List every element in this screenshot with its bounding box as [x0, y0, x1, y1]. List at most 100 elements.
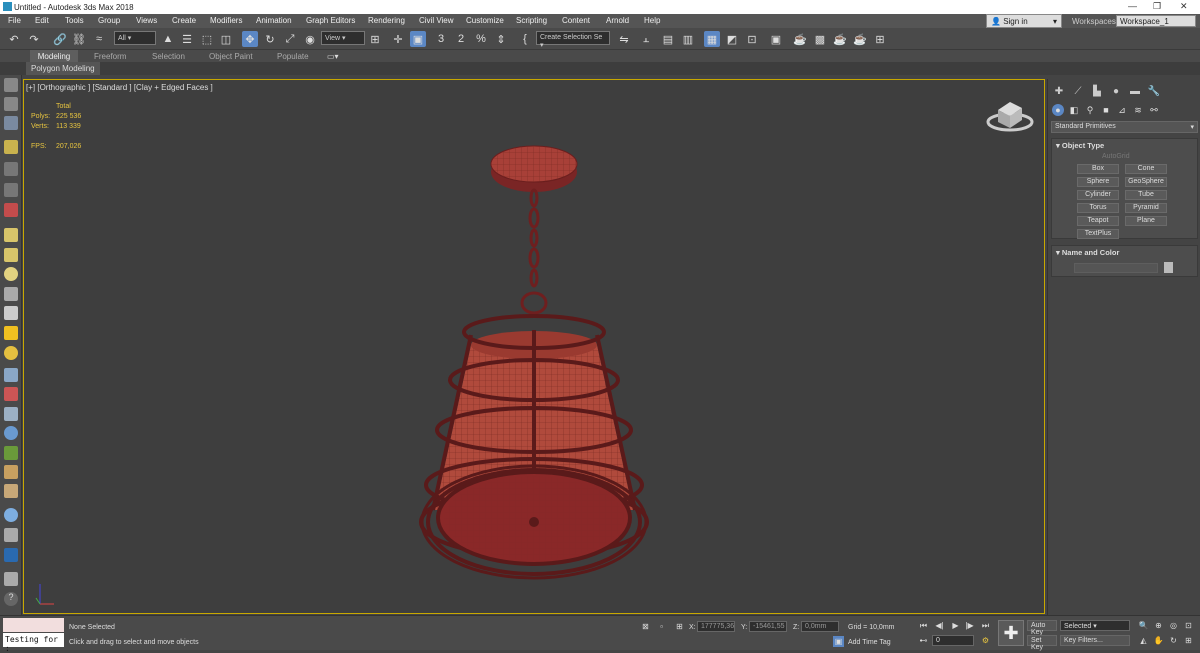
geometry-icon[interactable]: ● [1052, 104, 1064, 116]
object-color-swatch[interactable] [1164, 262, 1173, 273]
transform-mode-icon[interactable]: ⊞ [674, 621, 685, 632]
teapot-button[interactable]: Teapot [1077, 216, 1119, 226]
render-production-icon[interactable]: ☕ [832, 31, 848, 47]
select-scale-icon[interactable]: ⤢ [282, 31, 298, 47]
select-manipulate-icon[interactable]: ✛ [390, 31, 406, 47]
pattern-icon[interactable] [4, 484, 18, 498]
modify-tab-icon[interactable]: ⟋ [1071, 84, 1085, 98]
rect-selection-icon[interactable]: ⬚ [199, 31, 215, 47]
menu-civil-view[interactable]: Civil View [419, 16, 454, 25]
create-tab-icon[interactable]: ✚ [1052, 84, 1066, 98]
zoom-icon[interactable]: 🔍 [1138, 620, 1149, 631]
edit-named-sets-icon[interactable]: { [517, 31, 533, 47]
cone-button[interactable]: Cone [1125, 164, 1167, 174]
isolate-icon[interactable] [4, 162, 18, 176]
name-and-color-title[interactable]: ▾ Name and Color [1056, 248, 1119, 257]
select-rotate-icon[interactable]: ↻ [262, 31, 278, 47]
ribbon-toggle-icon[interactable]: ▦ [704, 31, 720, 47]
select-object-icon[interactable]: ▲ [160, 31, 176, 47]
menu-help[interactable]: Help [644, 16, 660, 25]
rendered-frame-window-icon[interactable]: ▩ [812, 31, 828, 47]
shapes-icon[interactable]: ◧ [1068, 104, 1080, 116]
motion-tab-icon[interactable]: ● [1109, 84, 1123, 98]
align-icon[interactable]: ⫠ [638, 31, 654, 47]
menu-create[interactable]: Create [172, 16, 196, 25]
menu-content[interactable]: Content [562, 16, 590, 25]
curve-editor-icon[interactable]: ◩ [724, 31, 740, 47]
pivot-center-icon[interactable]: ⊞ [367, 31, 383, 47]
keyboard-shortcut-override-icon[interactable]: ▣ [410, 31, 426, 47]
lamp-model[interactable] [419, 140, 649, 580]
cone-light-icon[interactable] [4, 306, 18, 320]
schematic-view-icon[interactable]: ⊡ [744, 31, 760, 47]
layer-manager-icon[interactable] [4, 97, 18, 111]
placement-icon[interactable]: ◉ [302, 31, 318, 47]
unlink-icon[interactable]: ⛓ [71, 31, 87, 47]
lock-selection-icon[interactable]: ⊠ [640, 621, 651, 632]
close-icon[interactable]: ✕ [1180, 1, 1188, 12]
space-warp-icon[interactable] [4, 368, 18, 382]
polygon-modeling-label[interactable]: Polygon Modeling [26, 62, 100, 75]
stack-icon[interactable] [4, 572, 18, 586]
zoom-extents-icon[interactable]: ◎ [1168, 620, 1179, 631]
modifier-icon[interactable] [4, 528, 18, 542]
y-coordinate-input[interactable]: -15461,55 [749, 621, 787, 632]
container-icon[interactable] [4, 116, 18, 130]
menu-group[interactable]: Group [98, 16, 120, 25]
zoom-extents-all-icon[interactable]: ⊡ [1183, 620, 1194, 631]
hierarchy-tab-icon[interactable]: ▙ [1090, 84, 1104, 98]
torus-button[interactable]: Torus [1077, 203, 1119, 213]
window-crossing-icon[interactable]: ◫ [218, 31, 234, 47]
lights-icon[interactable]: ⚲ [1084, 104, 1096, 116]
object-type-title[interactable]: ▾ Object Type [1056, 141, 1104, 150]
cameras-icon[interactable]: ■ [1100, 104, 1112, 116]
z-coordinate-input[interactable]: 0,0mm [801, 621, 839, 632]
systems-icon[interactable]: ⚯ [1148, 104, 1160, 116]
x-coordinate-input[interactable]: 177775,36 [697, 621, 735, 632]
render-iterative-icon[interactable]: ☕ [852, 31, 868, 47]
primitive-type-select[interactable]: Standard Primitives ▾ [1051, 121, 1198, 133]
menu-customize[interactable]: Customize [466, 16, 504, 25]
scene-explorer-icon[interactable]: ▤ [660, 31, 676, 47]
menu-rendering[interactable]: Rendering [368, 16, 405, 25]
layer-explorer-icon[interactable]: ▥ [680, 31, 696, 47]
maximize-viewport-icon[interactable]: ⊞ [1183, 635, 1194, 646]
viewcube-icon[interactable] [986, 96, 1034, 134]
script-icon[interactable] [4, 548, 18, 562]
add-time-tag[interactable]: Add Time Tag [848, 639, 891, 646]
menu-modifiers[interactable]: Modifiers [210, 16, 242, 25]
sphere-button[interactable]: Sphere [1077, 177, 1119, 187]
isolate-selection-icon[interactable]: ▫ [656, 621, 667, 632]
viewport-orthographic[interactable]: [+] [Orthographic ] [Standard ] [Clay + … [23, 79, 1045, 614]
time-tag-icon[interactable]: ▣ [833, 636, 844, 647]
select-by-name-icon[interactable]: ☰ [179, 31, 195, 47]
geosphere-button[interactable]: GeoSphere [1125, 177, 1167, 187]
key-mode-icon[interactable]: ⊷ [918, 635, 929, 646]
autogrid-checkbox[interactable]: AutoGrid [1102, 153, 1130, 160]
scatter-icon[interactable] [4, 407, 18, 421]
menu-edit[interactable]: Edit [35, 16, 49, 25]
goto-start-icon[interactable]: ⏮ [918, 620, 929, 631]
key-filters-button[interactable]: Key Filters... [1060, 635, 1130, 646]
dome-icon[interactable] [4, 248, 18, 262]
space-warps-icon[interactable]: ≋ [1132, 104, 1144, 116]
tube-button[interactable]: Tube [1125, 190, 1167, 200]
tab-freeform[interactable]: Freeform [94, 52, 126, 61]
link-icon[interactable]: 🔗 [52, 31, 68, 47]
select-move-icon[interactable]: ✥ [242, 31, 258, 47]
assembly-icon[interactable] [4, 183, 18, 197]
sphere-icon[interactable] [4, 267, 18, 281]
spinner-snap-icon[interactable]: ⇕ [493, 31, 509, 47]
ribbon-options-icon[interactable]: ▭▾ [327, 52, 339, 61]
tab-selection[interactable]: Selection [152, 52, 185, 61]
plane-button[interactable]: Plane [1125, 216, 1167, 226]
key-set-select[interactable]: Selected ▾ [1060, 620, 1130, 631]
box-primitive-icon[interactable] [4, 228, 18, 242]
frame-spinner[interactable]: 0 [932, 635, 974, 646]
cylinder-button[interactable]: Cylinder [1077, 190, 1119, 200]
goto-end-icon[interactable]: ⏭ [980, 620, 991, 631]
render-setup-icon[interactable]: ☕ [792, 31, 808, 47]
pyramid-button[interactable]: Pyramid [1125, 203, 1167, 213]
create-selection-set-select[interactable]: Create Selection Se ▾ [536, 31, 610, 49]
tab-populate[interactable]: Populate [277, 52, 309, 61]
